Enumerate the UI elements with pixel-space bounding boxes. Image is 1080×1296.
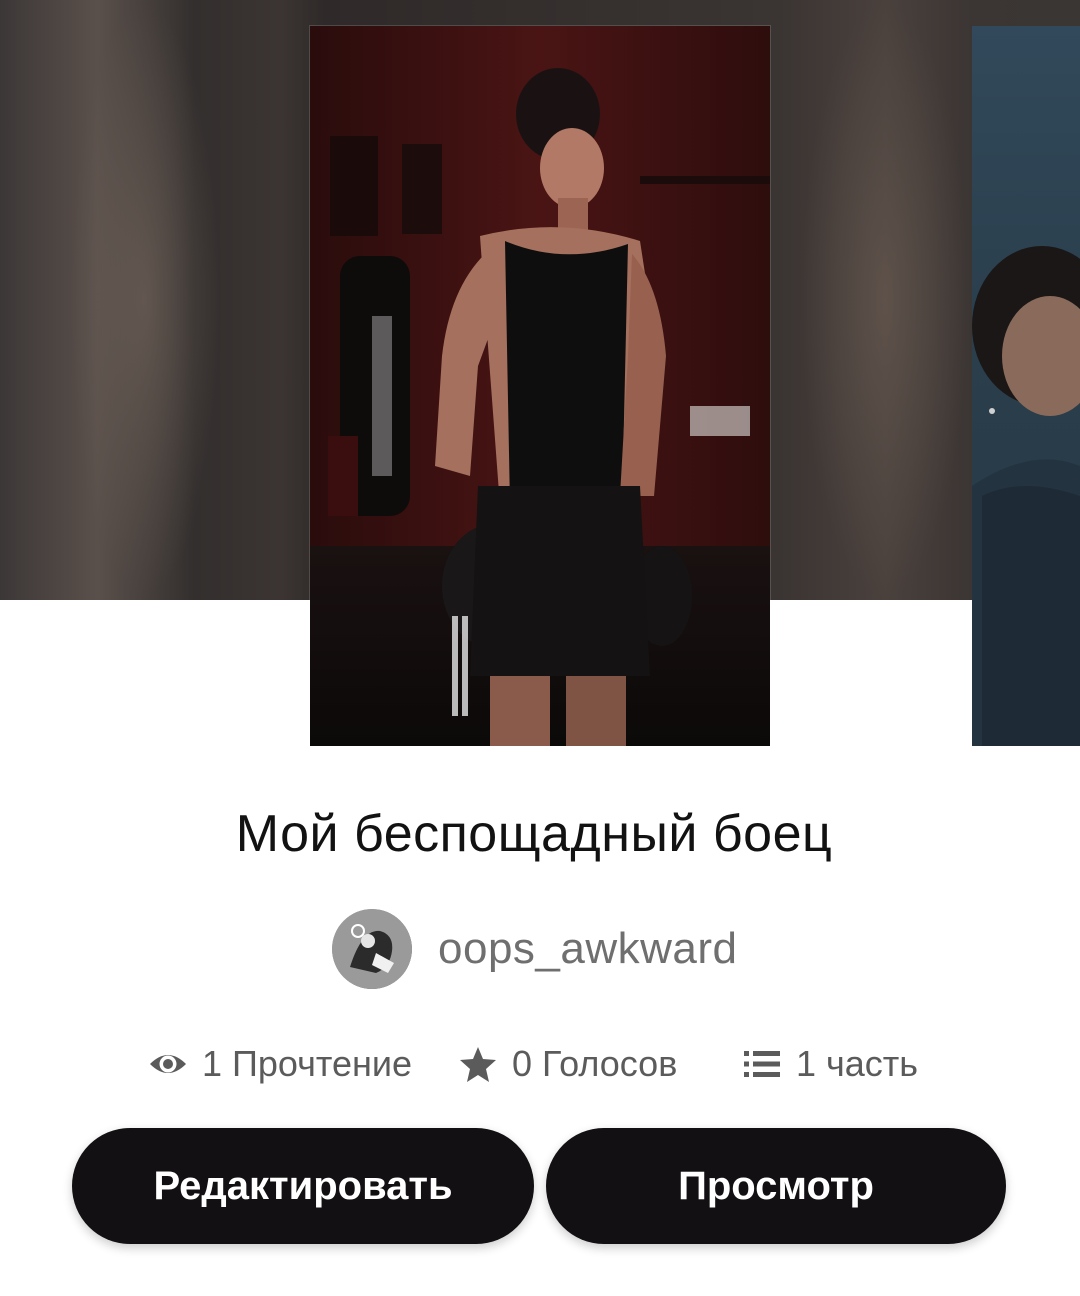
eye-icon xyxy=(150,1055,186,1073)
cover-photo xyxy=(310,26,770,746)
list-icon xyxy=(744,1051,780,1077)
story-title: Мой беспощадный боец xyxy=(235,805,833,863)
background-blur-right xyxy=(800,0,970,600)
reads-count: 1 Прочтение xyxy=(202,1043,413,1084)
votes-stat: 0 Голосов xyxy=(458,1036,677,1092)
next-story-cover-image[interactable] xyxy=(972,26,1080,746)
reads-stat: 1 Прочтение xyxy=(148,1036,412,1092)
view-button[interactable]: Просмотр xyxy=(546,1128,1006,1244)
votes-count: 0 Голосов xyxy=(512,1043,678,1084)
parts-stat: 1 часть xyxy=(742,1036,918,1092)
star-icon xyxy=(460,1047,496,1082)
parts-count: 1 часть xyxy=(796,1043,919,1084)
author-username[interactable]: oops_awkward xyxy=(438,924,738,974)
next-cover-photo xyxy=(972,246,1080,746)
edit-button[interactable]: Редактировать xyxy=(72,1128,534,1244)
author-row[interactable]: oops_awkward xyxy=(332,908,738,990)
avatar-image xyxy=(332,909,412,989)
background-blur-left xyxy=(70,0,220,600)
story-stats: 1 Прочтение 0 Голосов 1 часть xyxy=(0,1036,1080,1092)
author-avatar[interactable] xyxy=(332,909,412,989)
story-cover-image[interactable] xyxy=(310,26,770,746)
